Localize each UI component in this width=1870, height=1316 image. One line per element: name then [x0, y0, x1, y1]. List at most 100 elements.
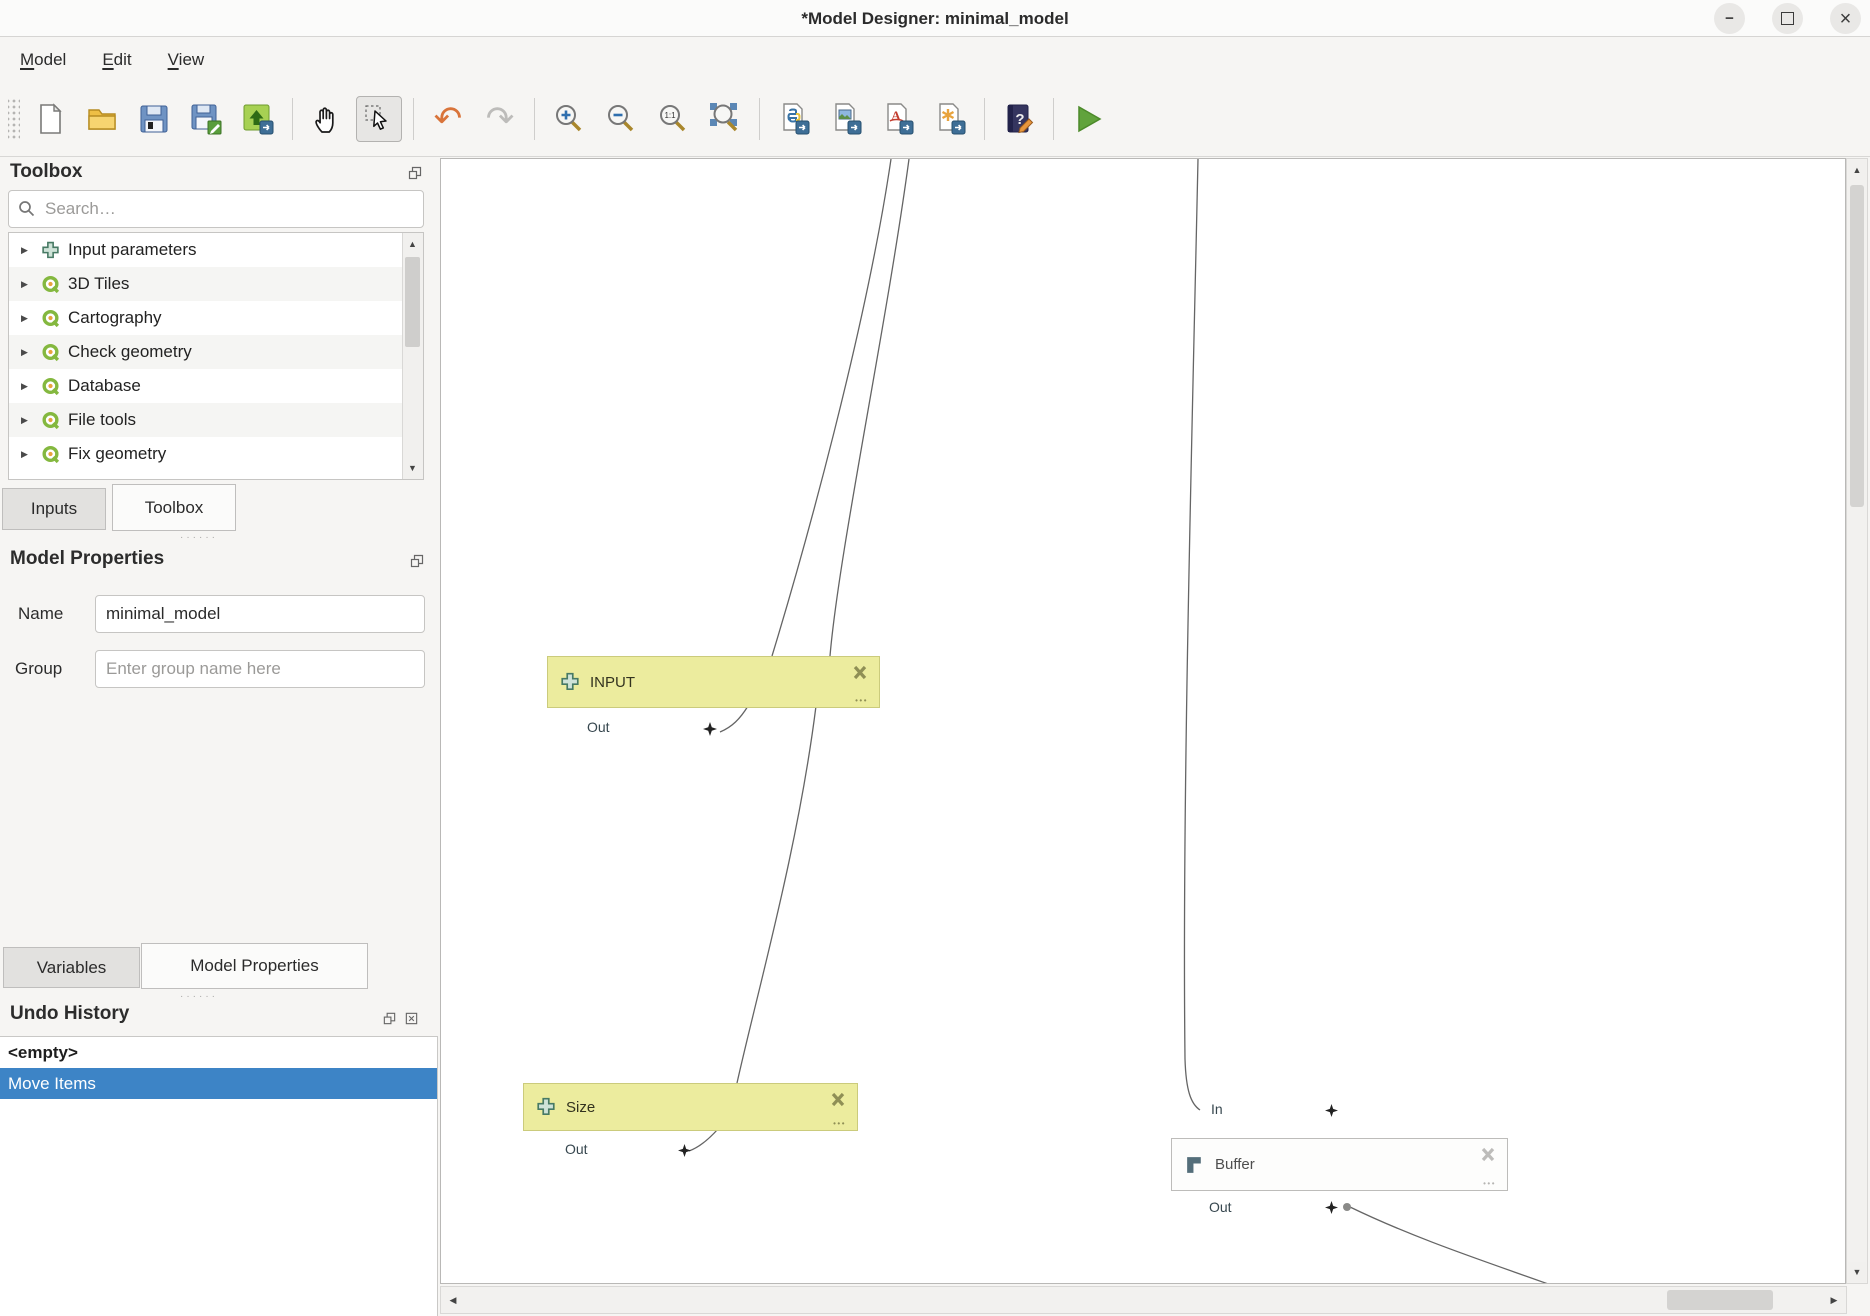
zoom-out-button[interactable]	[598, 96, 644, 142]
redo-button[interactable]	[477, 96, 523, 142]
zoom-in-icon	[552, 102, 586, 136]
undo-button[interactable]	[425, 96, 471, 142]
toolbar-separator	[984, 98, 985, 140]
scroll-left-icon[interactable]: ◀	[442, 1288, 464, 1312]
name-field-label: Name	[18, 604, 63, 624]
canvas-horizontal-scrollbar[interactable]: ◀ ▶	[440, 1286, 1847, 1314]
zoom-actual-button[interactable]: 1:1	[650, 96, 696, 142]
scroll-right-icon[interactable]: ▶	[1823, 1288, 1845, 1312]
input-parameter-icon	[41, 241, 60, 260]
select-move-button[interactable]	[356, 96, 402, 142]
qgis-icon	[41, 445, 60, 464]
undo-item-empty[interactable]: <empty>	[0, 1037, 437, 1068]
splitter-handle[interactable]: ······	[180, 991, 218, 1002]
menu-model[interactable]: Model	[16, 48, 70, 72]
toolbox-item-database[interactable]: Database	[9, 369, 423, 403]
wire-buffer-out-down	[1350, 1207, 1551, 1284]
redo-icon	[486, 102, 515, 136]
expand-arrow-icon[interactable]	[21, 347, 35, 358]
model-group-input[interactable]	[95, 650, 425, 688]
minimize-button[interactable]	[1714, 3, 1745, 34]
node-options-dots-icon[interactable]	[1483, 1179, 1496, 1188]
scroll-down-icon[interactable]	[1848, 1262, 1866, 1282]
toolbox-float-button[interactable]	[406, 164, 423, 181]
expand-port-icon[interactable]	[678, 1144, 691, 1157]
node-input-parameter[interactable]: INPUT	[547, 656, 880, 708]
expand-port-icon[interactable]	[703, 722, 717, 736]
toolbox-item-label: 3D Tiles	[68, 274, 129, 294]
close-panel-icon	[404, 1011, 419, 1026]
toolbar-drag-handle[interactable]	[8, 99, 20, 139]
scrollbar-thumb[interactable]	[1850, 185, 1864, 507]
model-canvas[interactable]: INPUT Out Size Out In	[440, 158, 1846, 1284]
scrollbar-thumb[interactable]	[1667, 1290, 1773, 1310]
scroll-down-icon[interactable]	[403, 458, 422, 478]
scroll-up-icon[interactable]	[1848, 160, 1866, 180]
zoom-in-button[interactable]	[546, 96, 592, 142]
tab-model-properties[interactable]: Model Properties	[141, 943, 368, 989]
export-image-button[interactable]	[823, 96, 869, 142]
save-icon	[137, 102, 171, 136]
new-model-button[interactable]	[27, 96, 73, 142]
export-pdf-button[interactable]: A	[875, 96, 921, 142]
expand-arrow-icon[interactable]	[21, 313, 35, 324]
open-model-button[interactable]	[79, 96, 125, 142]
toolbox-item-3d-tiles[interactable]: 3D Tiles	[9, 267, 423, 301]
close-button[interactable]	[1830, 3, 1861, 34]
toolbar-separator	[413, 98, 414, 140]
undo-history-float-button[interactable]	[381, 1010, 398, 1027]
remove-node-icon[interactable]	[1479, 1147, 1497, 1163]
expand-arrow-icon[interactable]	[21, 245, 35, 256]
undo-item-move-items[interactable]: Move Items	[0, 1068, 437, 1099]
tab-inputs[interactable]: Inputs	[2, 488, 106, 530]
expand-port-icon[interactable]	[1325, 1104, 1338, 1117]
node-options-dots-icon[interactable]	[833, 1119, 846, 1128]
toolbox-item-check-geometry[interactable]: Check geometry	[9, 335, 423, 369]
toolbox-tree-scrollbar[interactable]	[402, 233, 423, 479]
menu-view[interactable]: View	[164, 48, 209, 72]
node-buffer-algorithm[interactable]: Buffer	[1171, 1138, 1508, 1191]
export-svg-button[interactable]	[927, 96, 973, 142]
node-size-parameter[interactable]: Size	[523, 1083, 858, 1131]
expand-arrow-icon[interactable]	[21, 279, 35, 290]
scroll-up-icon[interactable]	[403, 234, 422, 254]
tab-toolbox[interactable]: Toolbox	[112, 484, 236, 531]
scrollbar-thumb[interactable]	[405, 257, 420, 347]
remove-node-icon[interactable]	[851, 665, 869, 681]
remove-node-icon[interactable]	[829, 1092, 847, 1108]
toolbox-item-file-tools[interactable]: File tools	[9, 403, 423, 437]
save-in-project-icon	[241, 102, 275, 136]
expand-arrow-icon[interactable]	[21, 415, 35, 426]
run-icon	[1071, 102, 1105, 136]
expand-arrow-icon[interactable]	[21, 381, 35, 392]
pan-button[interactable]	[304, 96, 350, 142]
save-model-in-project-button[interactable]	[235, 96, 281, 142]
search-input[interactable]	[8, 190, 424, 228]
canvas-vertical-scrollbar[interactable]	[1846, 158, 1868, 1284]
model-properties-float-button[interactable]	[408, 552, 425, 569]
menu-edit[interactable]: Edit	[98, 48, 135, 72]
toolbox-search	[8, 190, 424, 228]
save-model-as-button[interactable]	[183, 96, 229, 142]
maximize-button[interactable]	[1772, 3, 1803, 34]
buffer-in-port-label: In	[1211, 1101, 1223, 1117]
toolbox-item-fix-geometry[interactable]: Fix geometry	[9, 437, 423, 471]
wire-top-to-buffer-in	[1184, 159, 1200, 1110]
model-name-input[interactable]	[95, 595, 425, 633]
undo-history-close-button[interactable]	[403, 1010, 420, 1027]
size-out-port-label: Out	[565, 1141, 588, 1157]
expand-arrow-icon[interactable]	[21, 449, 35, 460]
toolbox-item-cartography[interactable]: Cartography	[9, 301, 423, 335]
toolbox-item-input-parameters[interactable]: Input parameters	[9, 233, 423, 267]
save-model-button[interactable]	[131, 96, 177, 142]
splitter-handle[interactable]: ······	[180, 532, 218, 543]
expand-port-icon[interactable]	[1325, 1201, 1338, 1214]
output-socket-icon[interactable]	[1342, 1202, 1352, 1212]
export-python-button[interactable]	[771, 96, 817, 142]
zoom-full-button[interactable]	[702, 96, 748, 142]
run-model-button[interactable]	[1065, 96, 1111, 142]
toolbox-tree: Input parameters 3D Tiles Cartography	[8, 232, 424, 480]
tab-variables[interactable]: Variables	[3, 947, 140, 988]
node-options-dots-icon[interactable]	[855, 696, 868, 705]
edit-help-button[interactable]: ?	[996, 96, 1042, 142]
